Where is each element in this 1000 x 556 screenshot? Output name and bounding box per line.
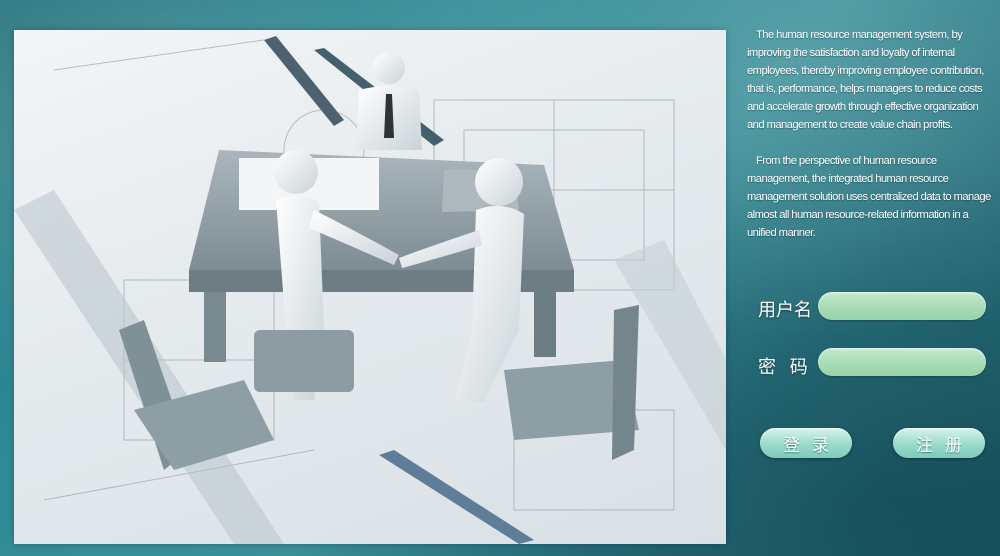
- login-button[interactable]: 登录: [760, 428, 852, 458]
- business-meeting-illustration: [14, 36, 726, 544]
- password-input[interactable]: [818, 348, 986, 376]
- password-label: 密 码: [758, 357, 812, 378]
- username-input[interactable]: [818, 292, 986, 320]
- register-button[interactable]: 注册: [893, 428, 985, 458]
- hero-image: [14, 30, 726, 544]
- username-label: 用户名: [758, 300, 812, 321]
- intro-paragraph-2: From the perspective of human resource m…: [747, 155, 991, 239]
- intro-paragraph-1: The human resource management system, by…: [747, 29, 984, 131]
- intro-text: The human resource management system, by…: [747, 26, 991, 260]
